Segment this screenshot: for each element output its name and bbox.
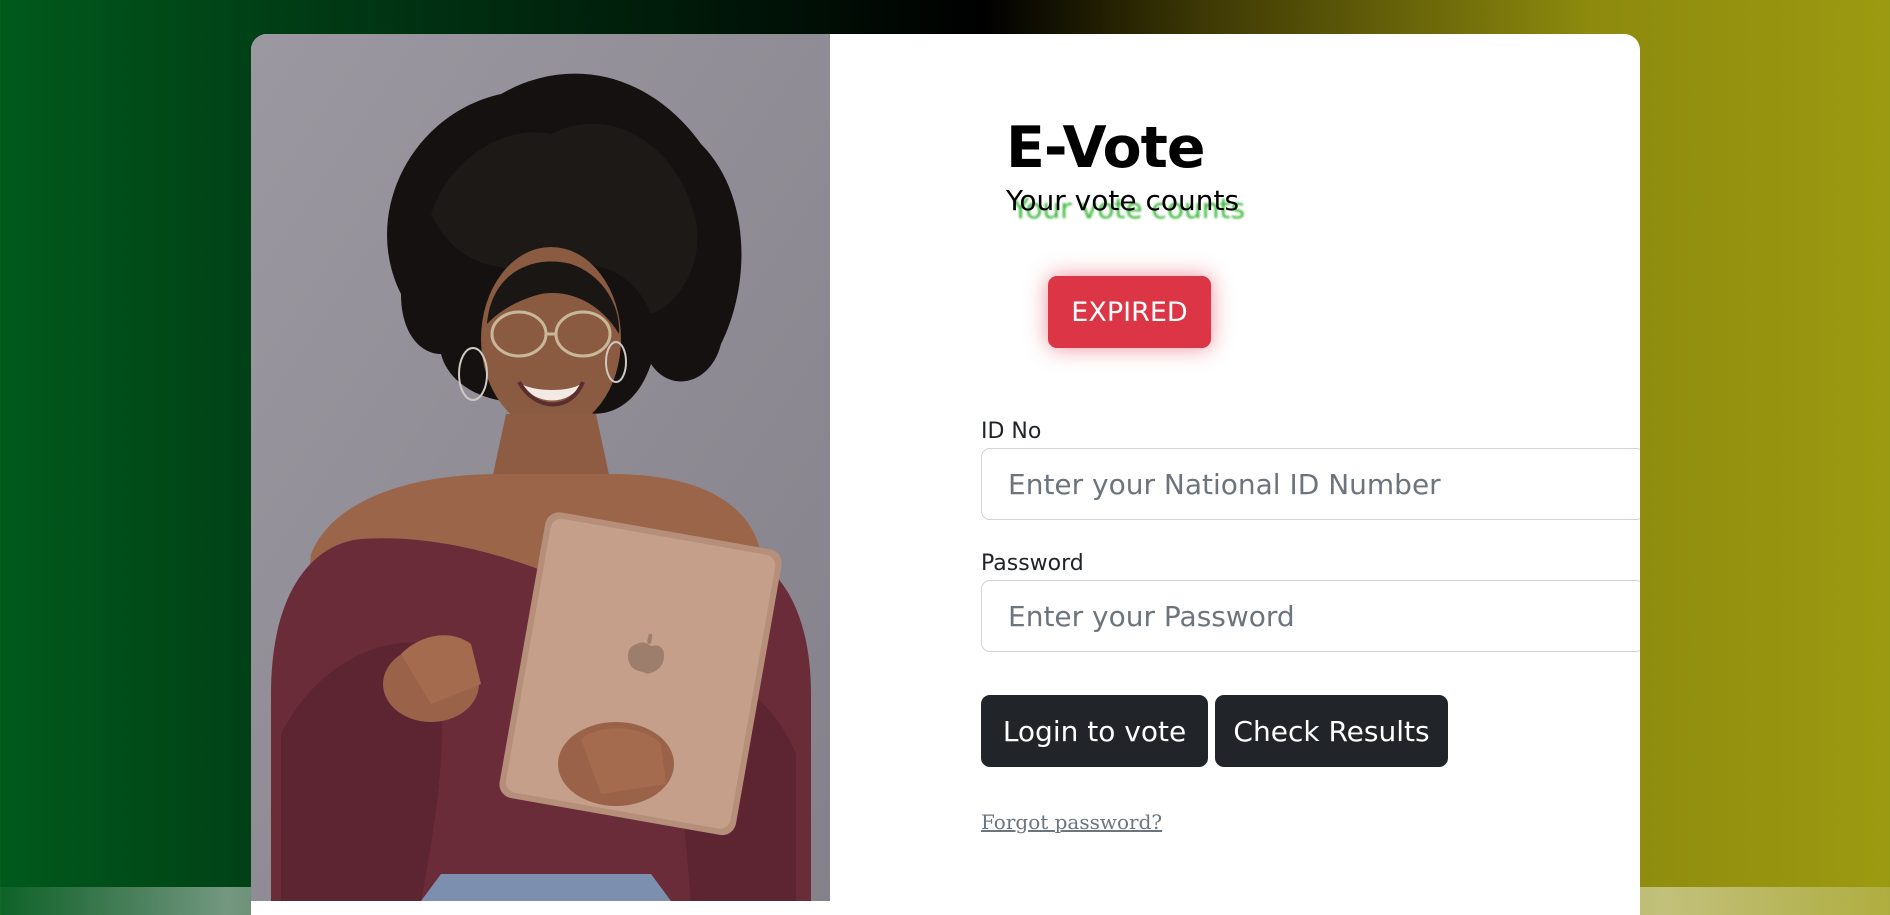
forgot-password-link[interactable]: Forgot password? — [981, 810, 1162, 834]
check-results-button[interactable]: Check Results — [1215, 695, 1448, 767]
woman-with-tablet-photo — [251, 34, 830, 901]
status-badge: EXPIRED — [1048, 276, 1211, 348]
page-subtitle: Your vote counts — [1006, 184, 1240, 217]
hero-image — [251, 34, 830, 901]
password-input[interactable] — [981, 580, 1640, 652]
id-label: ID No — [981, 419, 1042, 444]
login-button[interactable]: Login to vote — [981, 695, 1208, 767]
page-title: E-Vote — [1006, 115, 1206, 181]
login-card: E-Vote Your vote counts EXPIRED ID No Pa… — [251, 34, 1640, 915]
login-panel: E-Vote Your vote counts EXPIRED ID No Pa… — [830, 34, 1640, 915]
national-id-input[interactable] — [981, 448, 1640, 520]
password-label: Password — [981, 551, 1084, 576]
